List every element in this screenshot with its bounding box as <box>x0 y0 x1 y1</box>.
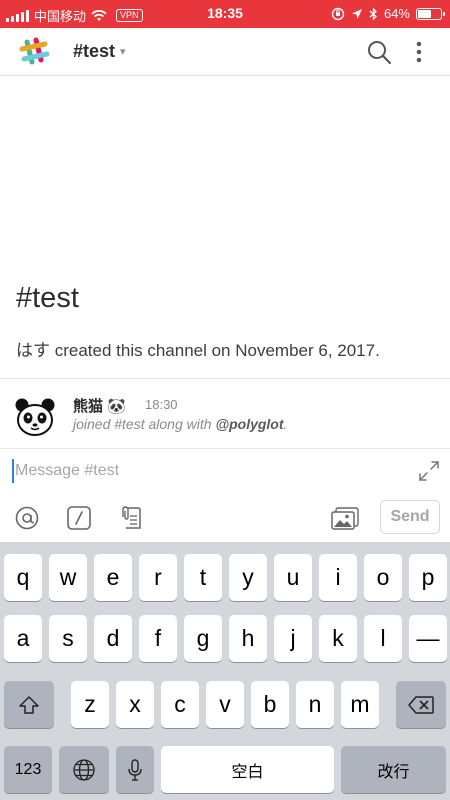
microphone-key[interactable] <box>116 746 154 793</box>
globe-icon <box>73 758 95 781</box>
space-key[interactable]: 空白 <box>161 746 334 793</box>
key-t[interactable]: t <box>184 554 222 601</box>
expand-icon[interactable] <box>418 460 440 482</box>
key-r[interactable]: r <box>139 554 177 601</box>
key-x[interactable]: x <box>116 681 154 728</box>
more-vertical-icon[interactable] <box>412 39 426 65</box>
battery-icon <box>416 7 445 20</box>
divider <box>0 448 450 449</box>
key-j[interactable]: j <box>274 615 312 662</box>
key-e[interactable]: e <box>94 554 132 601</box>
message-text-end: . <box>283 416 288 432</box>
location-icon <box>351 8 362 19</box>
return-key[interactable]: 改行 <box>341 746 446 793</box>
key-i[interactable]: i <box>319 554 357 601</box>
key-u[interactable]: u <box>274 554 312 601</box>
microphone-icon <box>128 758 142 781</box>
key-v[interactable]: v <box>206 681 244 728</box>
channel-name[interactable]: #test <box>73 41 115 62</box>
numbers-key[interactable]: 123 <box>4 746 52 793</box>
backspace-key[interactable] <box>396 681 446 728</box>
key-o[interactable]: o <box>364 554 402 601</box>
divider <box>0 378 450 379</box>
slash-command-icon[interactable] <box>66 505 92 531</box>
key-l[interactable]: l <box>364 615 402 662</box>
key-c[interactable]: c <box>161 681 199 728</box>
key-b[interactable]: b <box>251 681 289 728</box>
backspace-icon <box>408 695 434 714</box>
search-icon[interactable] <box>366 39 392 65</box>
channel-intro-text: はす created this channel on November 6, 2… <box>16 336 380 361</box>
key-g[interactable]: g <box>184 615 222 662</box>
shift-key[interactable] <box>4 681 54 728</box>
key-y[interactable]: y <box>229 554 267 601</box>
key-s[interactable]: s <box>49 615 87 662</box>
shift-icon <box>19 695 39 714</box>
key-p[interactable]: p <box>409 554 447 601</box>
key-z[interactable]: z <box>71 681 109 728</box>
key-d[interactable]: d <box>94 615 132 662</box>
message-input[interactable] <box>12 459 392 483</box>
globe-key[interactable] <box>59 746 109 793</box>
at-icon[interactable] <box>14 505 40 531</box>
key-dash[interactable]: — <box>409 615 447 662</box>
avatar[interactable] <box>13 396 57 440</box>
key-h[interactable]: h <box>229 615 267 662</box>
slack-logo-icon[interactable] <box>16 34 52 70</box>
created-text: created this channel on November 6, 2017… <box>50 341 380 360</box>
message-author[interactable]: 熊猫 🐼 <box>73 395 126 416</box>
battery-percent: 64% <box>383 6 410 21</box>
send-button[interactable]: Send <box>380 500 440 534</box>
message-time: 18:30 <box>145 397 178 412</box>
creator-name[interactable]: はす <box>16 341 50 360</box>
bluetooth-icon <box>369 6 377 21</box>
message-text: joined #test along with @polyglot. <box>73 416 287 432</box>
on-screen-keyboard: q w e r t y u i o p a s d f g h j k l — … <box>0 542 450 800</box>
status-right: 64% <box>331 6 445 21</box>
photo-icon[interactable] <box>330 505 360 531</box>
channel-title[interactable]: #test ▾ <box>73 41 126 62</box>
channel-header: #test ▾ <box>0 28 450 76</box>
message-text-body: joined #test along with <box>73 416 216 432</box>
key-n[interactable]: n <box>296 681 334 728</box>
key-m[interactable]: m <box>341 681 379 728</box>
user-mention[interactable]: @polyglot <box>215 416 283 432</box>
orientation-lock-icon <box>331 7 345 20</box>
channel-intro-title: #test <box>16 282 79 314</box>
key-w[interactable]: w <box>49 554 87 601</box>
key-q[interactable]: q <box>4 554 42 601</box>
chevron-down-icon[interactable]: ▾ <box>120 45 126 58</box>
attach-file-icon[interactable] <box>118 505 144 531</box>
key-f[interactable]: f <box>139 615 177 662</box>
key-a[interactable]: a <box>4 615 42 662</box>
key-k[interactable]: k <box>319 615 357 662</box>
status-bar: 中国移动 VPN 18:35 64% <box>0 0 450 28</box>
